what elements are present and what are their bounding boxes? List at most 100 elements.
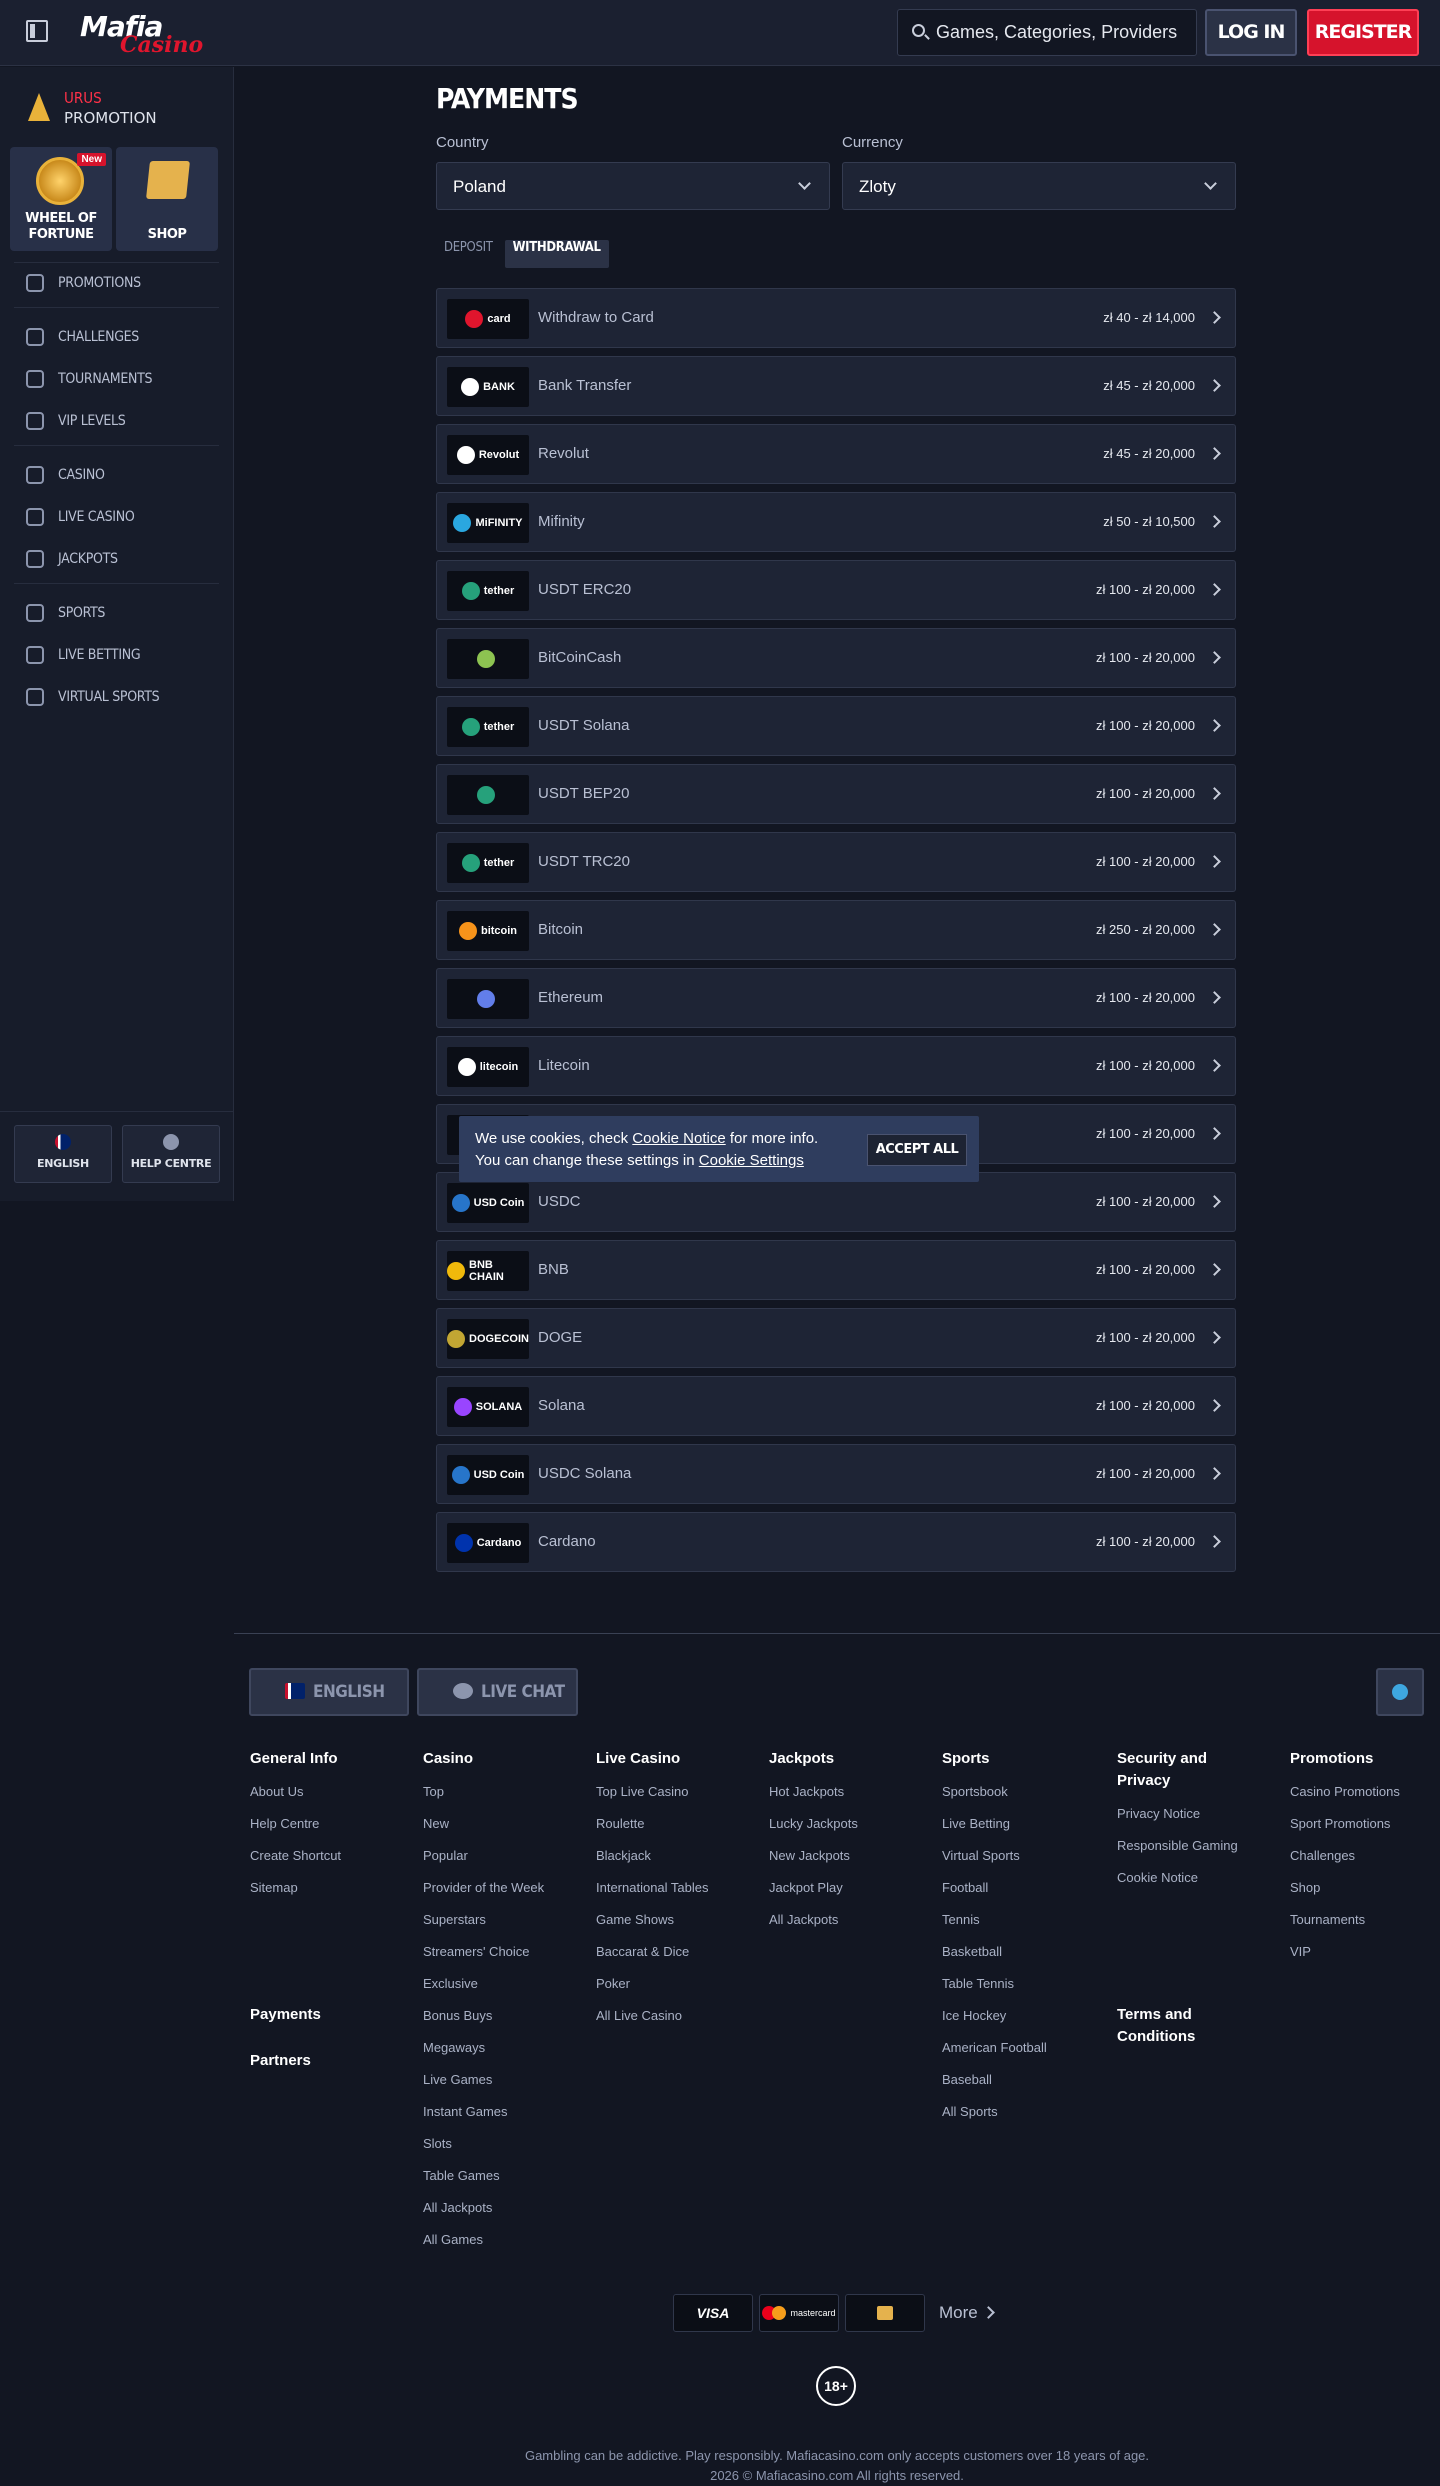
footer-link[interactable]: Live Games: [423, 2072, 583, 2104]
sidebar-item-casino[interactable]: CASINO: [26, 461, 105, 489]
payment-method-row[interactable]: BNB CHAIN BNB zł 100 - zł 20,000: [436, 1240, 1236, 1300]
accept-all-button[interactable]: ACCEPT ALL: [867, 1134, 967, 1166]
footer-link[interactable]: Streamers' Choice: [423, 1944, 583, 1976]
payment-method-row[interactable]: Cardano Cardano zł 100 - zł 20,000: [436, 1512, 1236, 1572]
footer-link[interactable]: Table Tennis: [942, 1976, 1102, 2008]
footer-link[interactable]: Popular: [423, 1848, 583, 1880]
sidebar-item-challenges[interactable]: CHALLENGES: [26, 323, 139, 351]
footer-link[interactable]: Slots: [423, 2136, 583, 2168]
more-payments-link[interactable]: More: [939, 2303, 993, 2323]
footer-link[interactable]: New Jackpots: [769, 1848, 929, 1880]
footer-link[interactable]: Lucky Jackpots: [769, 1816, 929, 1848]
footer-link[interactable]: All Sports: [942, 2104, 1102, 2136]
footer-link[interactable]: Megaways: [423, 2040, 583, 2072]
payment-method-row[interactable]: tether USDT Solana zł 100 - zł 20,000: [436, 696, 1236, 756]
sidebar-item-jackpots[interactable]: JACKPOTS: [26, 545, 118, 573]
footer-link[interactable]: International Tables: [596, 1880, 756, 1912]
footer-link[interactable]: Baccarat & Dice: [596, 1944, 756, 1976]
footer-link[interactable]: Responsible Gaming: [1117, 1838, 1277, 1870]
footer-link[interactable]: Baseball: [942, 2072, 1102, 2104]
payment-method-row[interactable]: USDT BEP20 zł 100 - zł 20,000: [436, 764, 1236, 824]
footer-link[interactable]: Basketball: [942, 1944, 1102, 1976]
payment-method-row[interactable]: Revolut Revolut zł 45 - zł 20,000: [436, 424, 1236, 484]
payment-method-row[interactable]: SOLANA Solana zł 100 - zł 20,000: [436, 1376, 1236, 1436]
footer-link[interactable]: Superstars: [423, 1912, 583, 1944]
wheel-of-fortune-tile[interactable]: New WHEEL OF FORTUNE: [10, 147, 112, 251]
payment-method-row[interactable]: Ethereum zł 100 - zł 20,000: [436, 968, 1236, 1028]
footer-link[interactable]: Sport Promotions: [1290, 1816, 1440, 1848]
footer-link[interactable]: Tennis: [942, 1912, 1102, 1944]
sidebar-toggle-icon[interactable]: [26, 20, 48, 42]
search-box[interactable]: [897, 9, 1197, 56]
footer-link[interactable]: Exclusive: [423, 1976, 583, 2008]
payment-method-row[interactable]: DOGECOIN DOGE zł 100 - zł 20,000: [436, 1308, 1236, 1368]
payment-method-row[interactable]: MiFINITY Mifinity zł 50 - zł 10,500: [436, 492, 1236, 552]
country-select[interactable]: Poland: [436, 162, 830, 210]
footer-link[interactable]: Roulette: [596, 1816, 756, 1848]
payment-method-row[interactable]: tether USDT ERC20 zł 100 - zł 20,000: [436, 560, 1236, 620]
telegram-button[interactable]: [1376, 1668, 1424, 1716]
payment-method-row[interactable]: BANK Bank Transfer zł 45 - zł 20,000: [436, 356, 1236, 416]
footer-terms-link[interactable]: Terms and Conditions: [1117, 2004, 1227, 2048]
footer-link[interactable]: Football: [942, 1880, 1102, 1912]
search-input[interactable]: [936, 10, 1191, 55]
footer-link[interactable]: All Games: [423, 2232, 583, 2264]
payment-method-row[interactable]: litecoin Litecoin zł 100 - zł 20,000: [436, 1036, 1236, 1096]
footer-link[interactable]: Ice Hockey: [942, 2008, 1102, 2040]
footer-link[interactable]: Virtual Sports: [942, 1848, 1102, 1880]
promotion-banner[interactable]: URUS PROMOTION: [28, 85, 228, 135]
footer-link[interactable]: Tournaments: [1290, 1912, 1440, 1944]
footer-link[interactable]: Poker: [596, 1976, 756, 2008]
footer-link[interactable]: Blackjack: [596, 1848, 756, 1880]
cookie-settings-link[interactable]: Cookie Settings: [699, 1152, 804, 1169]
footer-link[interactable]: All Jackpots: [769, 1912, 929, 1944]
footer-link[interactable]: Top: [423, 1784, 583, 1816]
footer-link[interactable]: Shop: [1290, 1880, 1440, 1912]
footer-link[interactable]: All Live Casino: [596, 2008, 756, 2040]
payment-method-row[interactable]: bitcoin Bitcoin zł 250 - zł 20,000: [436, 900, 1236, 960]
live-chat-button[interactable]: LIVE CHAT: [417, 1668, 578, 1716]
footer-link[interactable]: Bonus Buys: [423, 2008, 583, 2040]
sidebar-item-tournaments[interactable]: TOURNAMENTS: [26, 365, 153, 393]
footer-link[interactable]: Cookie Notice: [1117, 1870, 1277, 1902]
payment-method-row[interactable]: card Withdraw to Card zł 40 - zł 14,000: [436, 288, 1236, 348]
register-button[interactable]: REGISTER: [1307, 9, 1419, 56]
footer-link[interactable]: About Us: [250, 1784, 410, 1816]
payment-method-row[interactable]: tether USDT TRC20 zł 100 - zł 20,000: [436, 832, 1236, 892]
footer-link[interactable]: Table Games: [423, 2168, 583, 2200]
footer-link[interactable]: VIP: [1290, 1944, 1440, 1976]
tab-withdrawal[interactable]: WITHDRAWAL: [504, 240, 609, 268]
login-button[interactable]: LOG IN: [1205, 9, 1297, 56]
footer-link[interactable]: Provider of the Week: [423, 1880, 583, 1912]
sidebar-item-vip-levels[interactable]: VIP LEVELS: [26, 407, 126, 435]
shop-tile[interactable]: SHOP: [116, 147, 218, 251]
footer-payments-link[interactable]: Payments: [250, 2004, 321, 2026]
footer-link[interactable]: Top Live Casino: [596, 1784, 756, 1816]
footer-link[interactable]: Instant Games: [423, 2104, 583, 2136]
payment-method-row[interactable]: USD Coin USDC Solana zł 100 - zł 20,000: [436, 1444, 1236, 1504]
help-centre-button[interactable]: HELP CENTRE: [122, 1125, 220, 1183]
footer-link[interactable]: Casino Promotions: [1290, 1784, 1440, 1816]
footer-link[interactable]: All Jackpots: [423, 2200, 583, 2232]
tab-deposit[interactable]: DEPOSIT: [436, 240, 501, 268]
sidebar-item-promotions[interactable]: PROMOTIONS: [26, 269, 141, 297]
footer-link[interactable]: New: [423, 1816, 583, 1848]
footer-link[interactable]: Privacy Notice: [1117, 1806, 1277, 1838]
footer-partners-link[interactable]: Partners: [250, 2050, 311, 2072]
cookie-notice-link[interactable]: Cookie Notice: [632, 1130, 725, 1147]
language-button[interactable]: ENGLISH: [14, 1125, 112, 1183]
payment-method-row[interactable]: BitCoinCash zł 100 - zł 20,000: [436, 628, 1236, 688]
sidebar-item-live-betting[interactable]: LIVE BETTING: [26, 641, 141, 669]
sidebar-item-sports[interactable]: SPORTS: [26, 599, 105, 627]
footer-link[interactable]: Challenges: [1290, 1848, 1440, 1880]
footer-link[interactable]: Live Betting: [942, 1816, 1102, 1848]
footer-link[interactable]: Game Shows: [596, 1912, 756, 1944]
footer-link[interactable]: Sitemap: [250, 1880, 410, 1912]
sidebar-item-live-casino[interactable]: LIVE CASINO: [26, 503, 135, 531]
footer-link[interactable]: Sportsbook: [942, 1784, 1102, 1816]
currency-select[interactable]: Zloty: [842, 162, 1236, 210]
footer-link[interactable]: Help Centre: [250, 1816, 410, 1848]
footer-language-button[interactable]: ENGLISH: [249, 1668, 409, 1716]
sidebar-item-virtual-sports[interactable]: VIRTUAL SPORTS: [26, 683, 160, 711]
footer-link[interactable]: Create Shortcut: [250, 1848, 410, 1880]
